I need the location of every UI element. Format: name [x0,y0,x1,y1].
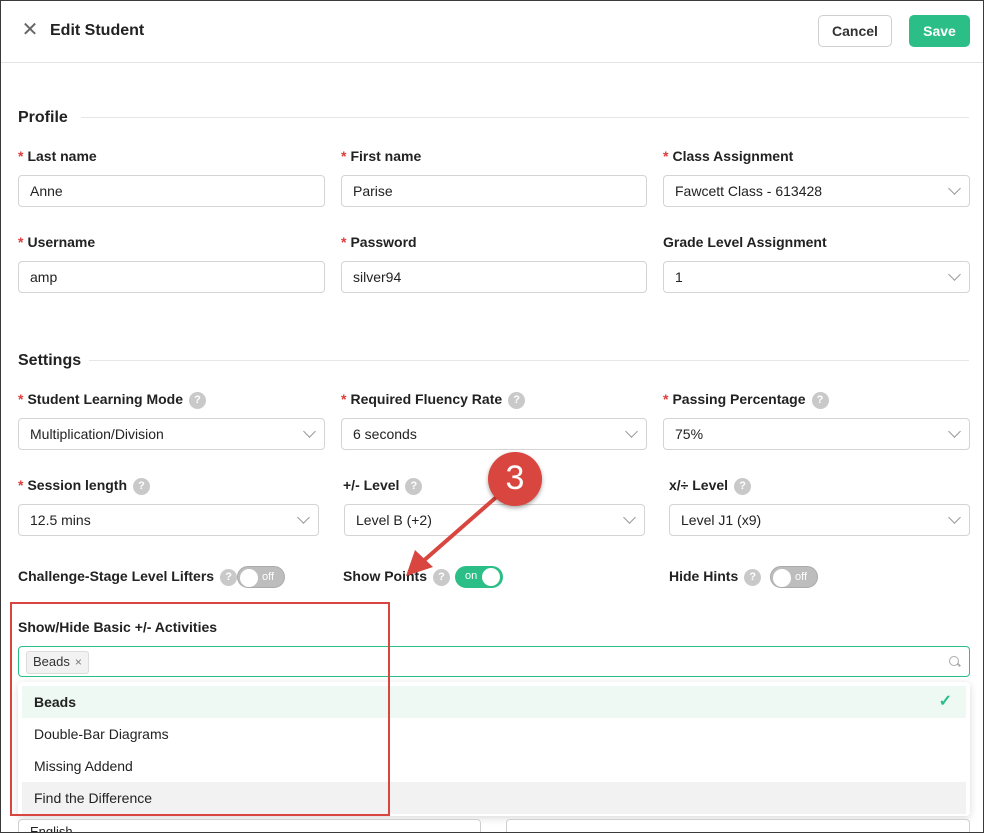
edit-student-panel: ✕ Edit Student Cancel Save Profile * Last… [0,0,984,833]
annotation-callout: 3 [488,452,542,506]
annotation-arrow [406,491,503,576]
